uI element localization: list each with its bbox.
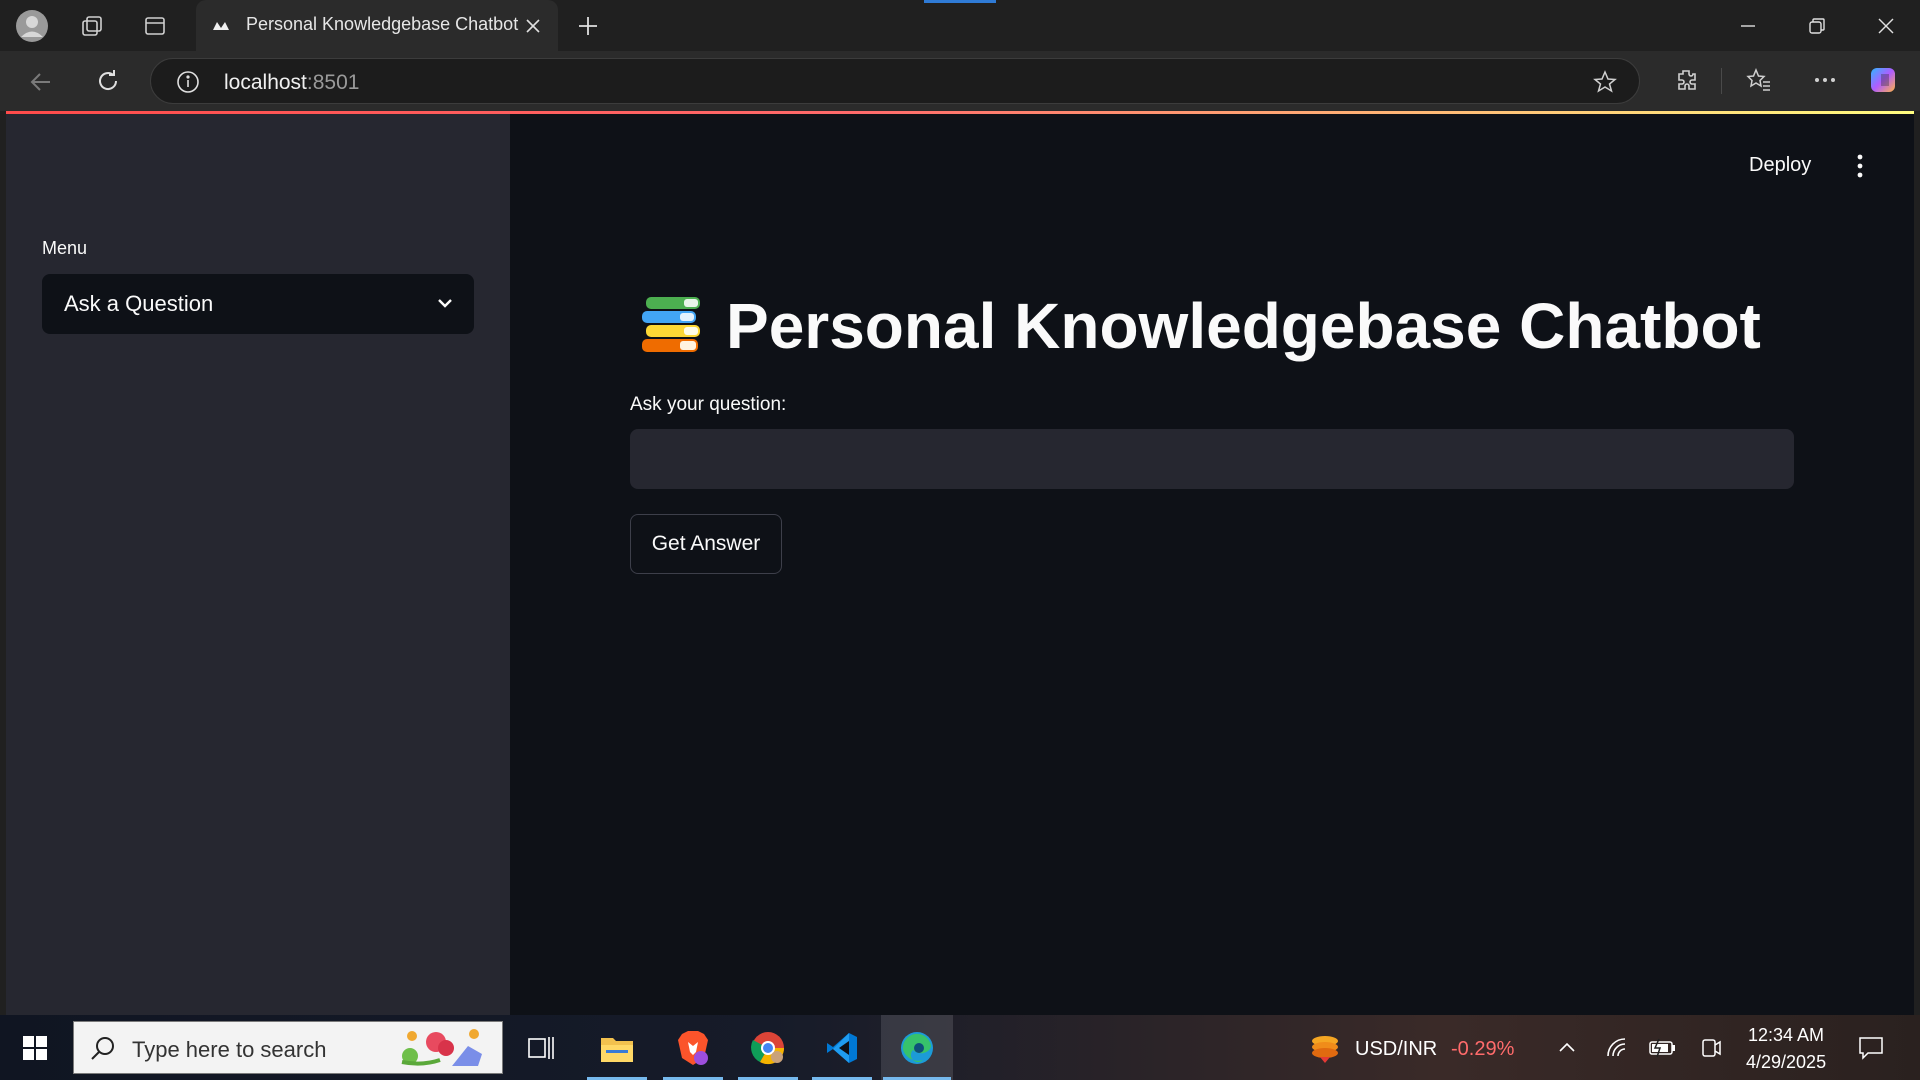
currency-coins-icon[interactable] xyxy=(1302,1025,1348,1071)
main-menu-icon[interactable] xyxy=(1848,152,1872,180)
brave-browser-icon[interactable] xyxy=(670,1025,716,1071)
question-label: Ask your question: xyxy=(630,394,787,415)
minimize-icon[interactable] xyxy=(1713,0,1782,51)
task-view-icon[interactable] xyxy=(518,1025,564,1071)
close-tab-icon[interactable] xyxy=(522,15,544,37)
address-text[interactable]: localhost:8501 xyxy=(224,71,359,95)
tab-actions-icon[interactable] xyxy=(141,12,169,40)
clock-date[interactable]: 4/29/2025 xyxy=(1746,1052,1826,1073)
books-icon xyxy=(640,293,706,360)
wifi-icon[interactable] xyxy=(1594,1025,1640,1071)
search-icon xyxy=(90,1035,116,1066)
streamlit-favicon-icon xyxy=(210,15,232,37)
taskbar: Type here to search USD/INR -0.29% 12:34… xyxy=(0,1015,1920,1080)
chevron-up-icon[interactable] xyxy=(1544,1025,1590,1071)
new-tab-icon[interactable] xyxy=(574,12,602,40)
favorite-star-icon[interactable] xyxy=(1592,69,1618,95)
tab-load-indicator xyxy=(924,0,996,3)
battery-icon[interactable] xyxy=(1640,1025,1686,1071)
taskbar-search[interactable]: Type here to search xyxy=(73,1021,503,1074)
deploy-button[interactable]: Deploy xyxy=(1749,154,1811,177)
back-icon[interactable] xyxy=(26,67,56,97)
page-viewport: Menu Ask a Question Deploy Personal Know… xyxy=(6,111,1914,1015)
copilot-icon[interactable] xyxy=(1868,63,1902,97)
page-title-row: Personal Knowledgebase Chatbot xyxy=(640,289,1761,363)
favorites-icon[interactable] xyxy=(1744,65,1774,95)
menu-label: Menu xyxy=(42,238,88,258)
more-options-icon[interactable] xyxy=(1810,65,1840,95)
file-explorer-icon[interactable] xyxy=(594,1025,640,1071)
vscode-icon[interactable] xyxy=(819,1025,865,1071)
address-host: localhost xyxy=(224,71,307,94)
tab-title: Personal Knowledgebase Chatbot xyxy=(246,14,519,34)
edge-icon[interactable] xyxy=(894,1025,940,1071)
question-input[interactable] xyxy=(630,429,1794,489)
meet-now-icon[interactable] xyxy=(1688,1025,1734,1071)
chrome-icon[interactable] xyxy=(745,1025,791,1071)
browser-tab-strip: Personal Knowledgebase Chatbot xyxy=(0,0,1920,51)
profile-icon[interactable] xyxy=(14,8,50,44)
toolbar-divider xyxy=(1721,68,1722,94)
refresh-icon[interactable] xyxy=(93,66,123,96)
workspaces-icon[interactable] xyxy=(78,12,106,40)
chevron-down-icon xyxy=(434,292,456,319)
ticker-name: USD/INR xyxy=(1355,1038,1438,1060)
search-highlight-icon xyxy=(392,1026,492,1077)
notifications-icon[interactable] xyxy=(1848,1025,1894,1071)
address-bar[interactable]: localhost:8501 xyxy=(150,58,1640,104)
address-port: :8501 xyxy=(306,71,360,94)
tab-active[interactable]: Personal Knowledgebase Chatbot xyxy=(196,0,558,51)
restore-icon[interactable] xyxy=(1782,0,1851,51)
windows-start-icon[interactable] xyxy=(12,1025,58,1071)
browser-toolbar: localhost:8501 xyxy=(0,51,1920,111)
menu-select[interactable]: Ask a Question xyxy=(42,274,474,334)
menu-select-value: Ask a Question xyxy=(64,291,214,316)
page-title: Personal Knowledgebase Chatbot xyxy=(726,290,1761,362)
sidebar: Menu Ask a Question xyxy=(6,114,510,1015)
clock-time[interactable]: 12:34 AM xyxy=(1748,1025,1824,1046)
search-placeholder: Type here to search xyxy=(132,1037,327,1062)
get-answer-button[interactable]: Get Answer xyxy=(630,514,782,574)
site-info-icon[interactable] xyxy=(175,69,201,95)
close-window-icon[interactable] xyxy=(1851,0,1920,51)
extensions-icon[interactable] xyxy=(1671,65,1701,95)
ticker-change: -0.29% xyxy=(1451,1038,1515,1060)
